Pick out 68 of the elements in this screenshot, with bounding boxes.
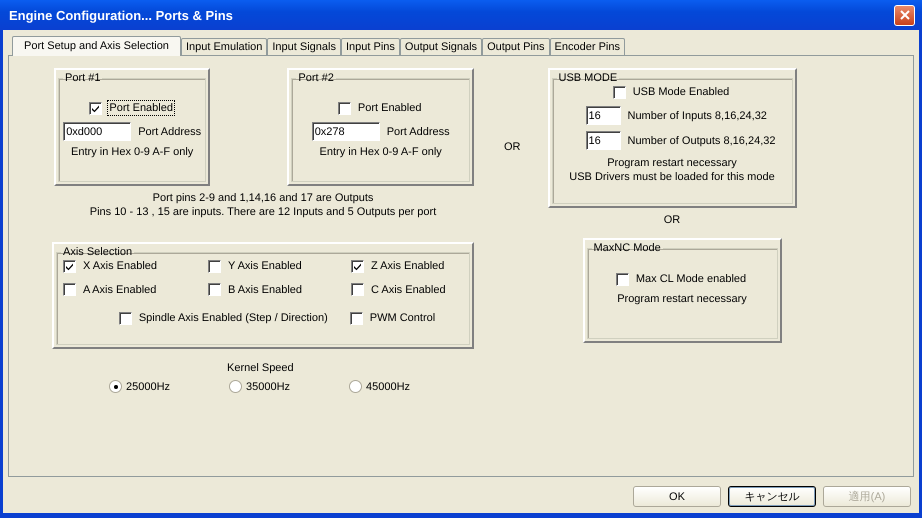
field-label: Port Address (138, 126, 202, 138)
group-title: Axis Selection (62, 246, 134, 258)
radio-label[interactable]: 45000Hz (366, 380, 410, 392)
dialog-button[interactable]: OK (633, 486, 721, 507)
tab[interactable]: Output Signals (400, 38, 482, 55)
tab[interactable]: Output Pins (482, 38, 550, 55)
radio-button[interactable] (349, 380, 362, 393)
checkbox[interactable] (351, 283, 364, 296)
text-field[interactable]: 0xd000 (63, 122, 132, 141)
radio-label[interactable]: 25000Hz (126, 380, 170, 392)
group-title: Port #1 (64, 72, 102, 84)
check-mark-icon (91, 104, 100, 112)
tab[interactable]: Input Signals (267, 38, 341, 55)
check-mark-icon (65, 262, 74, 270)
group-title: USB MODE (558, 72, 618, 84)
text-field[interactable]: 16 (586, 131, 620, 150)
checkbox-label[interactable]: X Axis Enabled (81, 258, 159, 274)
checkbox-label[interactable]: Port Enabled (356, 100, 424, 116)
note-text: Program restart necessary (617, 293, 747, 305)
or-label: OR (504, 141, 520, 153)
checkbox[interactable] (208, 260, 221, 272)
field-label: Port Address (386, 126, 450, 138)
checkbox-label[interactable]: USB Mode Enabled (630, 84, 732, 100)
group-title: Port #2 (297, 72, 335, 84)
note-text: Program restart necessary (607, 156, 737, 170)
tab[interactable]: Encoder Pins (550, 38, 625, 55)
close-button[interactable] (894, 4, 915, 26)
hint-text: Entry in Hex 0-9 A-F only (320, 146, 442, 158)
text-field[interactable]: 0x278 (312, 122, 380, 141)
checkbox-label[interactable]: C Axis Enabled (369, 282, 448, 298)
checkbox-label[interactable]: B Axis Enabled (226, 282, 304, 298)
radio-label[interactable]: 35000Hz (246, 380, 290, 392)
group-title: MaxNC Mode (592, 242, 662, 254)
close-icon (900, 10, 910, 20)
hint-text: Entry in Hex 0-9 A-F only (71, 146, 194, 158)
checkbox[interactable] (350, 312, 363, 324)
radio-button[interactable] (229, 380, 242, 393)
note-text: Port pins 2-9 and 1,14,16 and 17 are Outputs (152, 191, 374, 205)
checkbox-label[interactable]: A Axis Enabled (81, 282, 158, 298)
checkbox[interactable] (89, 102, 102, 114)
note-text: Pins 10 - 13 , 15 are inputs. There are 12 Inputs and 5 Outputs per port (90, 205, 436, 219)
tab[interactable]: Input Emulation (180, 38, 268, 55)
tab[interactable]: Port Setup and Axis Selection (12, 36, 181, 56)
field-label: Number of Outputs 8,16,24,32 (628, 134, 776, 146)
window-title: Engine Configuration... Ports & Pins (9, 8, 233, 22)
field-label: Number of Inputs 8,16,24,32 (628, 110, 767, 122)
checkbox-label[interactable]: Y Axis Enabled (226, 258, 304, 274)
note-text: USB Drivers must be loaded for this mode (569, 170, 775, 184)
checkbox[interactable] (616, 272, 629, 286)
checkbox[interactable] (118, 312, 132, 324)
checkbox[interactable] (63, 283, 76, 296)
checkbox[interactable] (338, 102, 351, 114)
check-mark-icon (353, 262, 362, 270)
radio-button[interactable] (109, 380, 122, 393)
section-label: Kernel Speed (227, 362, 294, 374)
text-field[interactable]: 16 (586, 106, 620, 125)
tab[interactable]: Input Pins (340, 38, 400, 55)
dialog-button[interactable]: キャンセル (728, 486, 816, 507)
checkbox[interactable] (208, 283, 221, 296)
checkbox[interactable] (612, 86, 626, 98)
checkbox-label[interactable]: Spindle Axis Enabled (Step / Direction) (136, 310, 330, 326)
checkbox-label[interactable]: Port Enabled (107, 100, 175, 116)
checkbox[interactable] (63, 260, 76, 272)
checkbox-label[interactable]: Z Axis Enabled (369, 258, 446, 274)
checkbox[interactable] (351, 260, 364, 272)
checkbox-label[interactable]: Max CL Mode enabled (634, 271, 748, 287)
or-label: OR (664, 214, 680, 226)
checkbox-label[interactable]: PWM Control (368, 310, 438, 326)
